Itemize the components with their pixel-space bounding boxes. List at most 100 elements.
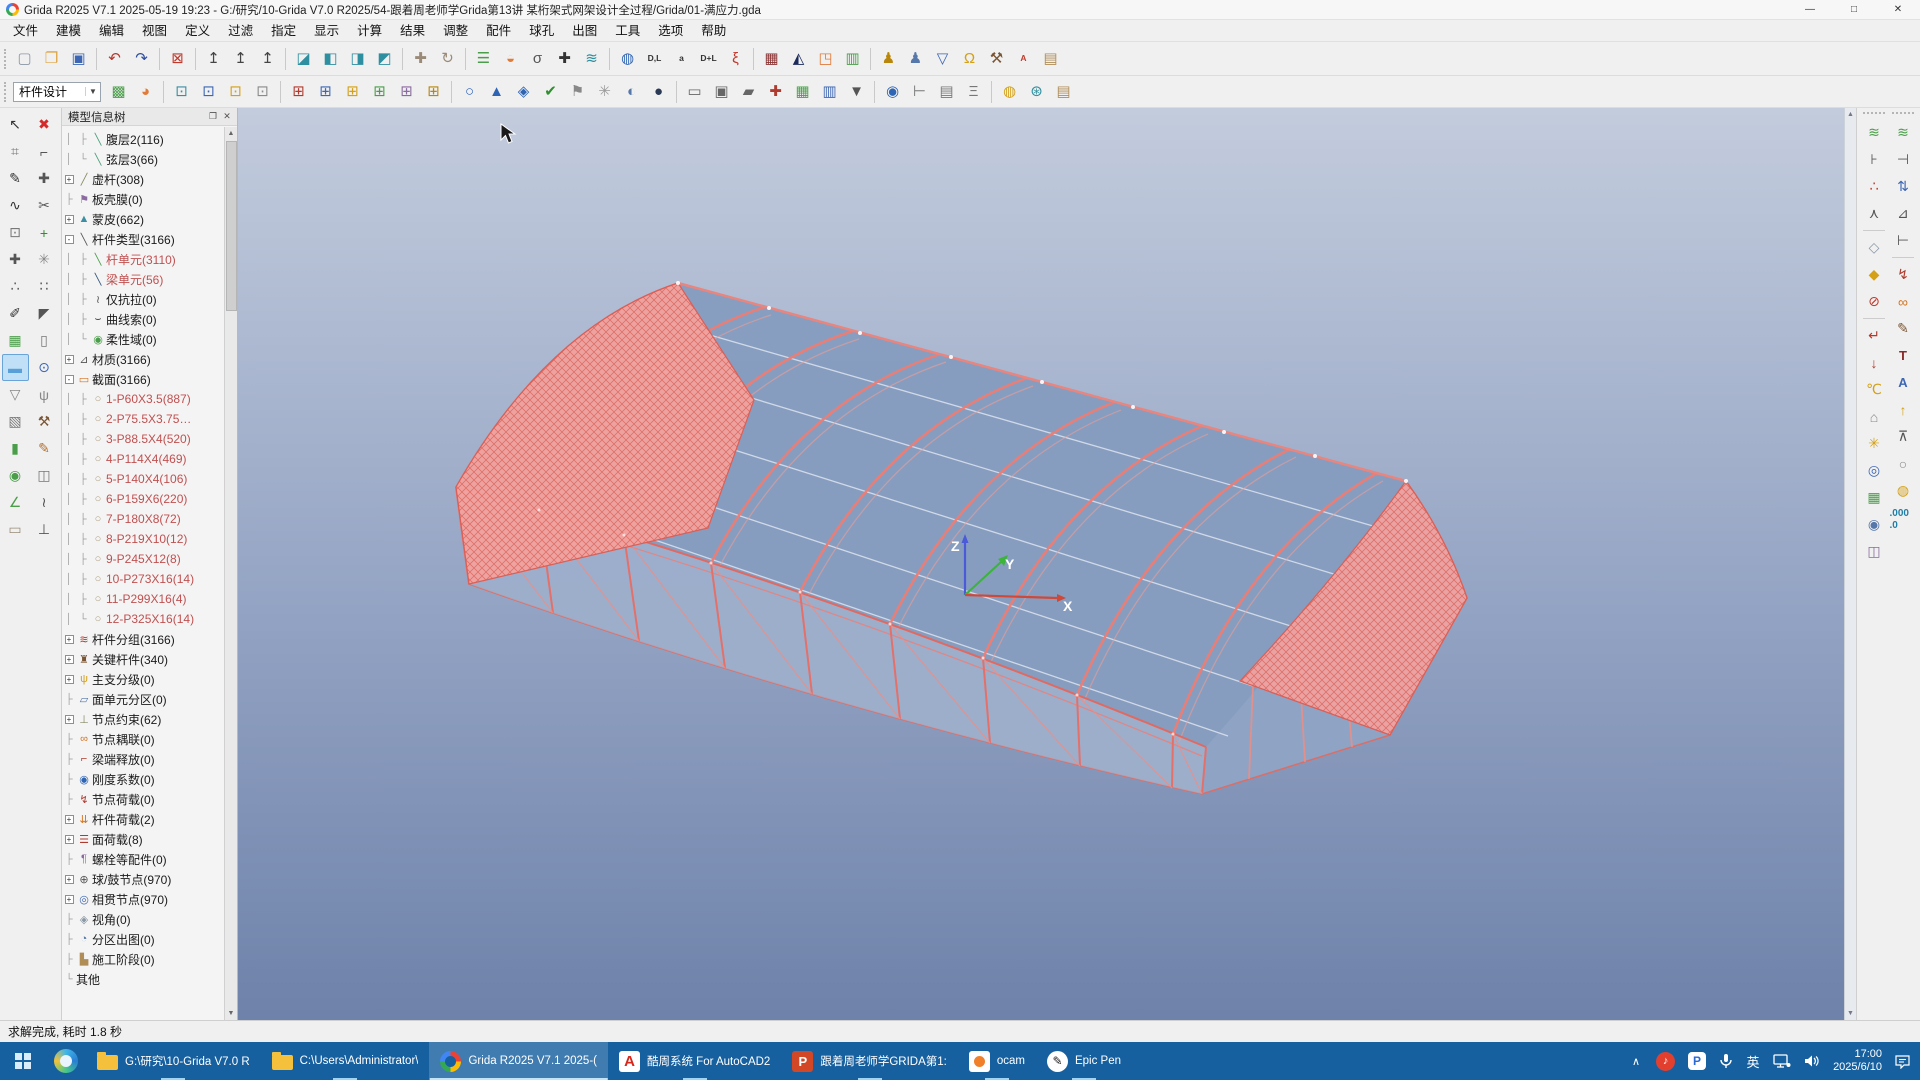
sigma-curve-icon[interactable]: σ (525, 46, 550, 71)
node-rgb-icon[interactable]: ∴ (1861, 173, 1888, 200)
cut-scissors-icon[interactable]: ✂ (31, 192, 58, 219)
select-arrow-icon[interactable]: ↖ (2, 111, 29, 138)
solid-box-icon[interactable]: ▧ (2, 408, 29, 435)
design-mode-combobox[interactable]: 杆件设计 ▼ (13, 82, 101, 102)
tree-item-21[interactable]: │├○9-P245X12(8) (62, 549, 224, 569)
expand-icon[interactable]: + (65, 355, 74, 364)
view-cube-front-icon[interactable]: ◧ (318, 46, 343, 71)
taskbar-autocad[interactable]: A酷周系统 For AutoCAD2 (608, 1042, 781, 1080)
tree-item-8[interactable]: │├≀仅抗拉(0) (62, 289, 224, 309)
taskbar-grida[interactable]: Grida R2025 V7.1 2025-( (429, 1042, 608, 1080)
taskbar-epicpen[interactable]: ✎Epic Pen (1036, 1042, 1132, 1080)
star-burst-icon[interactable]: ✳ (31, 246, 58, 273)
tree-item-4[interactable]: +▲蒙皮(662) (62, 209, 224, 229)
menu-item-17[interactable]: 帮助 (692, 20, 735, 42)
tree-item-36[interactable]: ├¶螺栓等配件(0) (62, 849, 224, 869)
rect-plain-icon[interactable]: ▭ (682, 79, 707, 104)
tree-item-2[interactable]: +╱虚杆(308) (62, 169, 224, 189)
minimize-button[interactable]: — (1788, 0, 1832, 19)
menu-item-7[interactable]: 指定 (262, 20, 305, 42)
tree-scrollbar[interactable]: ▲ ▼ (224, 127, 237, 1020)
tree-item-10[interactable]: │└◉柔性域(0) (62, 329, 224, 349)
taskbar-folder-users[interactable]: C:\Users\Administrator\ (261, 1042, 430, 1080)
eave-load-icon[interactable]: ⌂ (1861, 403, 1888, 430)
tree-item-6[interactable]: │├╲杆单元(3110) (62, 249, 224, 269)
tray-chevron-icon[interactable]: ∧ (1629, 1042, 1643, 1080)
tree-item-17[interactable]: │├○5-P140X4(106) (62, 469, 224, 489)
expand-icon[interactable]: + (65, 875, 74, 884)
select-group-c-icon[interactable]: ⊞ (340, 79, 365, 104)
tree-item-16[interactable]: │├○4-P114X4(469) (62, 449, 224, 469)
tree-item-9[interactable]: │├⌣曲线索(0) (62, 309, 224, 329)
viewport-scrollbar[interactable]: ▲ ▼ (1844, 108, 1856, 1020)
expand-icon[interactable]: + (65, 815, 74, 824)
tree-item-38[interactable]: +◎相贯节点(970) (62, 889, 224, 909)
group-grid-icon[interactable]: ▩ (106, 79, 131, 104)
select-group-b-icon[interactable]: ⊞ (313, 79, 338, 104)
array-dots-icon[interactable]: ∴ (2, 273, 29, 300)
flag-measure-icon[interactable]: ⚑ (565, 79, 590, 104)
select-window-icon[interactable]: ⊡ (223, 79, 248, 104)
triangle-select-icon[interactable]: ▲ (484, 79, 509, 104)
start-button[interactable] (0, 1042, 46, 1080)
toolbar-grip[interactable] (1863, 112, 1885, 116)
expand-icon[interactable]: + (65, 655, 74, 664)
tree-item-18[interactable]: │├○6-P159X6(220) (62, 489, 224, 509)
ruler-tool-icon[interactable]: ▭ (2, 516, 29, 543)
tree-item-30[interactable]: ├∞节点耦联(0) (62, 729, 224, 749)
tree-item-40[interactable]: ├◔分区出图(0) (62, 929, 224, 949)
text-tt-icon[interactable]: T (1890, 342, 1917, 369)
tree-item-20[interactable]: │├○8-P219X10(12) (62, 529, 224, 549)
flask-icon[interactable]: ▽ (930, 46, 955, 71)
contour-dome-icon[interactable]: ◒ (498, 46, 523, 71)
scroll-down-icon[interactable]: ▼ (1845, 1007, 1856, 1020)
tree-item-15[interactable]: │├○3-P88.5X4(520) (62, 429, 224, 449)
toolbar-grip[interactable] (4, 82, 7, 102)
draw-curve-icon[interactable]: ∿ (2, 192, 29, 219)
expand-icon[interactable]: + (65, 835, 74, 844)
dots-grid-icon[interactable]: ∷ (31, 273, 58, 300)
open-folder-icon[interactable]: ❐ (39, 46, 64, 71)
toolbar-grip[interactable] (4, 49, 7, 69)
menu-item-4[interactable]: 视图 (133, 20, 176, 42)
bell-gold-icon[interactable]: Ω (957, 46, 982, 71)
zoom-node-icon[interactable]: ◎ (1861, 457, 1888, 484)
tree-item-25[interactable]: +≋杆件分组(3166) (62, 629, 224, 649)
tree-item-12[interactable]: -▭截面(3166) (62, 369, 224, 389)
ring-select-icon[interactable]: ○ (457, 79, 482, 104)
rect-diag-icon[interactable]: ▰ (736, 79, 761, 104)
axis-gz-icon[interactable]: ∠ (2, 489, 29, 516)
layers-icon[interactable]: ≋ (579, 46, 604, 71)
deform-figure-icon[interactable]: ξ (723, 46, 748, 71)
table-mini-icon[interactable]: ▦ (790, 79, 815, 104)
view-cube-side-icon[interactable]: ◩ (372, 46, 397, 71)
menu-item-16[interactable]: 选项 (649, 20, 692, 42)
move-axes-icon[interactable]: ✚ (552, 46, 577, 71)
tree-item-42[interactable]: └其他 (62, 969, 224, 989)
load-case-a-icon[interactable]: a (669, 46, 694, 71)
tree-item-22[interactable]: │├○10-P273X16(14) (62, 569, 224, 589)
beam-dim-icon[interactable]: ⊢ (1890, 227, 1917, 254)
tree-item-5[interactable]: -╲杆件类型(3166) (62, 229, 224, 249)
add-plus-icon[interactable]: + (31, 219, 58, 246)
text-a-icon[interactable]: A (1890, 369, 1917, 396)
tree-item-34[interactable]: +⇊杆件荷载(2) (62, 809, 224, 829)
legend-bars-icon[interactable]: ☰ (471, 46, 496, 71)
result-chart-icon[interactable]: ▥ (840, 46, 865, 71)
hammer-small-icon[interactable]: ⚒ (31, 408, 58, 435)
tree-item-24[interactable]: │└○12-P325X16(14) (62, 609, 224, 629)
active-rect-icon[interactable]: ▬ (2, 354, 29, 381)
chevron-down-icon[interactable]: ▼ (85, 87, 100, 96)
model-canvas[interactable]: Z Y X (238, 108, 1856, 1020)
view-cube-iso-icon[interactable]: ◪ (291, 46, 316, 71)
menu-item-5[interactable]: 定义 (176, 20, 219, 42)
arrow-up-gold-icon[interactable]: ↑ (1890, 396, 1917, 423)
menu-item-2[interactable]: 建模 (47, 20, 90, 42)
person-blue-icon[interactable]: ♟ (903, 46, 928, 71)
check-apply-icon[interactable]: ✔ (538, 79, 563, 104)
network-icon[interactable] (1773, 1042, 1791, 1080)
measure-tool-icon[interactable]: ⊢ (907, 79, 932, 104)
no-rotate-icon[interactable]: ⊘ (1861, 288, 1888, 315)
beam-brush-icon[interactable]: ✎ (1890, 315, 1917, 342)
menu-item-10[interactable]: 结果 (391, 20, 434, 42)
